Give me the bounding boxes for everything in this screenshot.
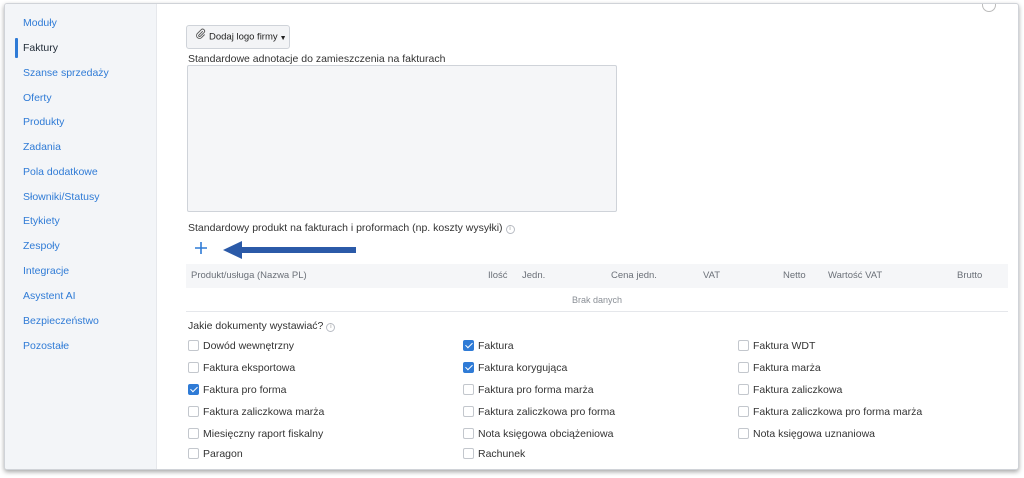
checkbox-faktura-pro-forma-marza[interactable]: Faktura pro forma marża [463,382,594,398]
sidebar-item-pola-dodatkowe[interactable]: Pola dodatkowe [5,162,157,182]
checkbox-box[interactable] [738,362,749,373]
column-header-net: Netto [783,270,806,281]
checkbox-box[interactable] [188,384,199,395]
products-table-empty: Brak danych [186,288,1008,312]
app-window: Moduły Faktury Szanse sprzedaży Oferty P… [4,3,1019,470]
sidebar-item-oferty[interactable]: Oferty [5,88,157,108]
add-product-button[interactable] [193,240,209,260]
checkbox-faktura-pro-forma[interactable]: Faktura pro forma [188,382,286,398]
checkbox-box[interactable] [188,406,199,417]
checkbox-faktura-zaliczkowa[interactable]: Faktura zaliczkowa [738,382,842,398]
checkbox-box[interactable] [738,428,749,439]
checkbox-box[interactable] [738,384,749,395]
checkbox-label: Faktura zaliczkowa marża [203,406,325,418]
sidebar-item-faktury[interactable]: Faktury [5,38,157,58]
sidebar-item-moduly[interactable]: Moduły [5,13,157,33]
checkbox-faktura-zaliczkowa-pro-forma[interactable]: Faktura zaliczkowa pro forma [463,404,615,420]
invoice-settings-panel: Dodaj logo firmy ▼ Standardowe adnotacje … [158,4,1018,469]
checkbox-nota-ksiegowa-uznaniowa[interactable]: Nota księgowa uznaniowa [738,426,875,442]
checkbox-label: Faktura zaliczkowa [753,384,843,396]
checkbox-label: Miesięczny raport fiskalny [203,428,324,440]
documents-text: Jakie dokumenty wystawiać? [188,320,324,332]
plus-icon [195,242,207,254]
default-product-label: Standardowy produkt na fakturach i profo… [188,222,515,234]
checkbox-label: Faktura [478,340,514,352]
checkbox-label: Faktura eksportowa [203,362,296,374]
products-table-header: Produkt/usługa (Nazwa PL) Ilość Jedn. Ce… [186,264,1008,288]
sidebar: Moduły Faktury Szanse sprzedaży Oferty P… [5,4,157,469]
add-logo-button[interactable]: Dodaj logo firmy ▼ [186,25,290,49]
checkbox-label: Faktura marża [753,362,821,374]
sidebar-item-szanse-sprzedazy[interactable]: Szanse sprzedaży [5,63,157,83]
checkbox-box[interactable] [188,448,199,459]
sidebar-item-zespoly[interactable]: Zespoły [5,236,157,256]
caret-down-icon: ▼ [279,34,287,42]
checkbox-paragon[interactable]: Paragon [188,446,243,462]
checkbox-box[interactable] [463,362,474,373]
sidebar-item-zadania[interactable]: Zadania [5,137,157,157]
checkbox-box[interactable] [738,340,749,351]
checkbox-box[interactable] [463,384,474,395]
column-header-unit-price: Cena jedn. [611,270,657,281]
checkbox-faktura-zaliczkowa-pro-forma-marza[interactable]: Faktura zaliczkowa pro forma marża [738,404,922,420]
info-icon[interactable]: i [505,225,515,234]
annotations-textarea[interactable] [187,65,617,212]
checkbox-box[interactable] [738,406,749,417]
column-header-gross: Brutto [957,270,983,281]
annotations-label: Standardowe adnotacje do zamieszczenia n… [188,53,446,65]
sidebar-item-produkty[interactable]: Produkty [5,112,157,132]
checkbox-label: Faktura zaliczkowa pro forma [478,406,616,418]
column-header-vat: VAT [703,270,721,281]
checkbox-miesieczny-raport-fiskalny[interactable]: Miesięczny raport fiskalny [188,426,323,442]
checkbox-label: Faktura korygująca [478,362,568,374]
checkbox-box[interactable] [188,362,199,373]
sidebar-item-asystent-ai[interactable]: Asystent AI [5,286,157,306]
checkbox-faktura-eksportowa[interactable]: Faktura eksportowa [188,360,295,376]
checkbox-box[interactable] [463,448,474,459]
checkbox-box[interactable] [463,340,474,351]
checkbox-faktura-marza[interactable]: Faktura marża [738,360,821,376]
column-header-vat-value: Wartość VAT [828,270,883,281]
checkbox-faktura-zaliczkowa-marza[interactable]: Faktura zaliczkowa marża [188,404,324,420]
checkbox-faktura-korygujaca[interactable]: Faktura korygująca [463,360,567,376]
checkbox-label: Dowód wewnętrzny [203,340,295,352]
checkbox-label: Nota księgowa uznaniowa [753,428,875,440]
checkbox-label: Faktura pro forma [203,384,287,396]
default-product-text: Standardowy produkt na fakturach i profo… [188,222,503,234]
sidebar-item-bezpieczenstwo[interactable]: Bezpieczeństwo [5,311,157,331]
column-header-product: Produkt/usługa (Nazwa PL) [191,270,307,281]
checkbox-label: Faktura zaliczkowa pro forma marża [753,406,923,418]
documents-label: Jakie dokumenty wystawiać? i [188,320,336,332]
checkbox-faktura-wdt[interactable]: Faktura WDT [738,338,815,354]
checkbox-label: Faktura WDT [753,340,816,352]
checkbox-box[interactable] [188,340,199,351]
sidebar-item-integracje[interactable]: Integracje [5,261,157,281]
checkbox-box[interactable] [463,428,474,439]
checkbox-faktura[interactable]: Faktura [463,338,514,354]
info-icon[interactable]: i [326,323,336,332]
sidebar-item-pozostale[interactable]: Pozostałe [5,336,157,356]
checkbox-label: Rachunek [478,448,526,460]
checkbox-dowod-wewnetrzny[interactable]: Dowód wewnętrzny [188,338,294,354]
checkbox-label: Faktura pro forma marża [478,384,594,396]
paperclip-icon [195,26,206,48]
column-header-quantity: Ilość [488,270,508,281]
checkbox-box[interactable] [188,428,199,439]
checkbox-box[interactable] [463,406,474,417]
add-logo-label: Dodaj logo firmy [209,31,278,43]
column-header-unit: Jedn. [522,270,546,281]
checkbox-nota-ksiegowa-obciazeniowa[interactable]: Nota księgowa obciążeniowa [463,426,613,442]
checkbox-rachunek[interactable]: Rachunek [463,446,525,462]
sidebar-item-etykiety[interactable]: Etykiety [5,211,157,231]
checkbox-label: Nota księgowa obciążeniowa [478,428,614,440]
checkbox-label: Paragon [203,448,243,460]
sidebar-item-slowniki-statusy[interactable]: Słowniki/Statusy [5,187,157,207]
annotation-arrow [223,241,356,259]
